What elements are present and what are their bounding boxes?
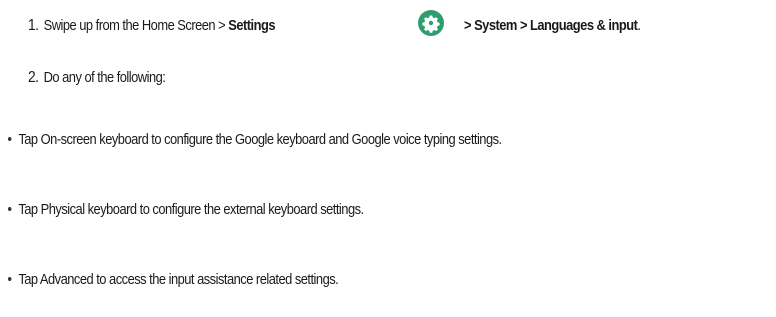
bullet-dot [8,207,12,212]
bullet-text: Tap On-screen keyboard to configure the … [18,131,502,148]
bullet-item-content: Tap On-screen keyboard to configure the … [8,130,502,150]
step-1-text: Swipe up from the Home Screen > [43,17,229,34]
step-1-period: . [637,17,641,34]
step-2-number: 2. [28,69,39,86]
bullet-item-content: Tap Advanced to access the input assista… [8,270,339,290]
settings-gear-icon [418,10,444,36]
step-1: 1. Swipe up from the Home Screen > Settin… [28,16,315,36]
step-1-number: 1. [28,17,39,34]
step-1-settings-label: Settings [228,17,275,34]
instructions-document: 1. Swipe up from the Home Screen > Settin… [0,0,776,317]
bullet-dot [8,137,12,142]
bullet-item: Tap Advanced to access the input assista… [8,270,392,290]
step-2-text: Do any of the following: [43,69,166,86]
bullet-dot [8,277,12,282]
step-1-content: 1. Swipe up from the Home Screen > Settin… [28,16,276,36]
step-1-path-content: > System > Languages & input. [464,16,641,36]
step-1-path-label: > System > Languages & input [464,17,638,34]
step-1-path: > System > Languages & input. [464,16,669,36]
bullet-item: Tap On-screen keyboard to configure the … [8,130,582,150]
step-2-content: 2. Do any of the following: [28,68,166,88]
bullet-text: Tap Advanced to access the input assista… [18,271,339,288]
bullet-text: Tap Physical keyboard to configure the e… [18,201,364,218]
bullet-item-content: Tap Physical keyboard to configure the e… [8,200,364,220]
step-2: 2. Do any of the following: [28,68,188,88]
bullet-item: Tap Physical keyboard to configure the e… [8,200,422,220]
